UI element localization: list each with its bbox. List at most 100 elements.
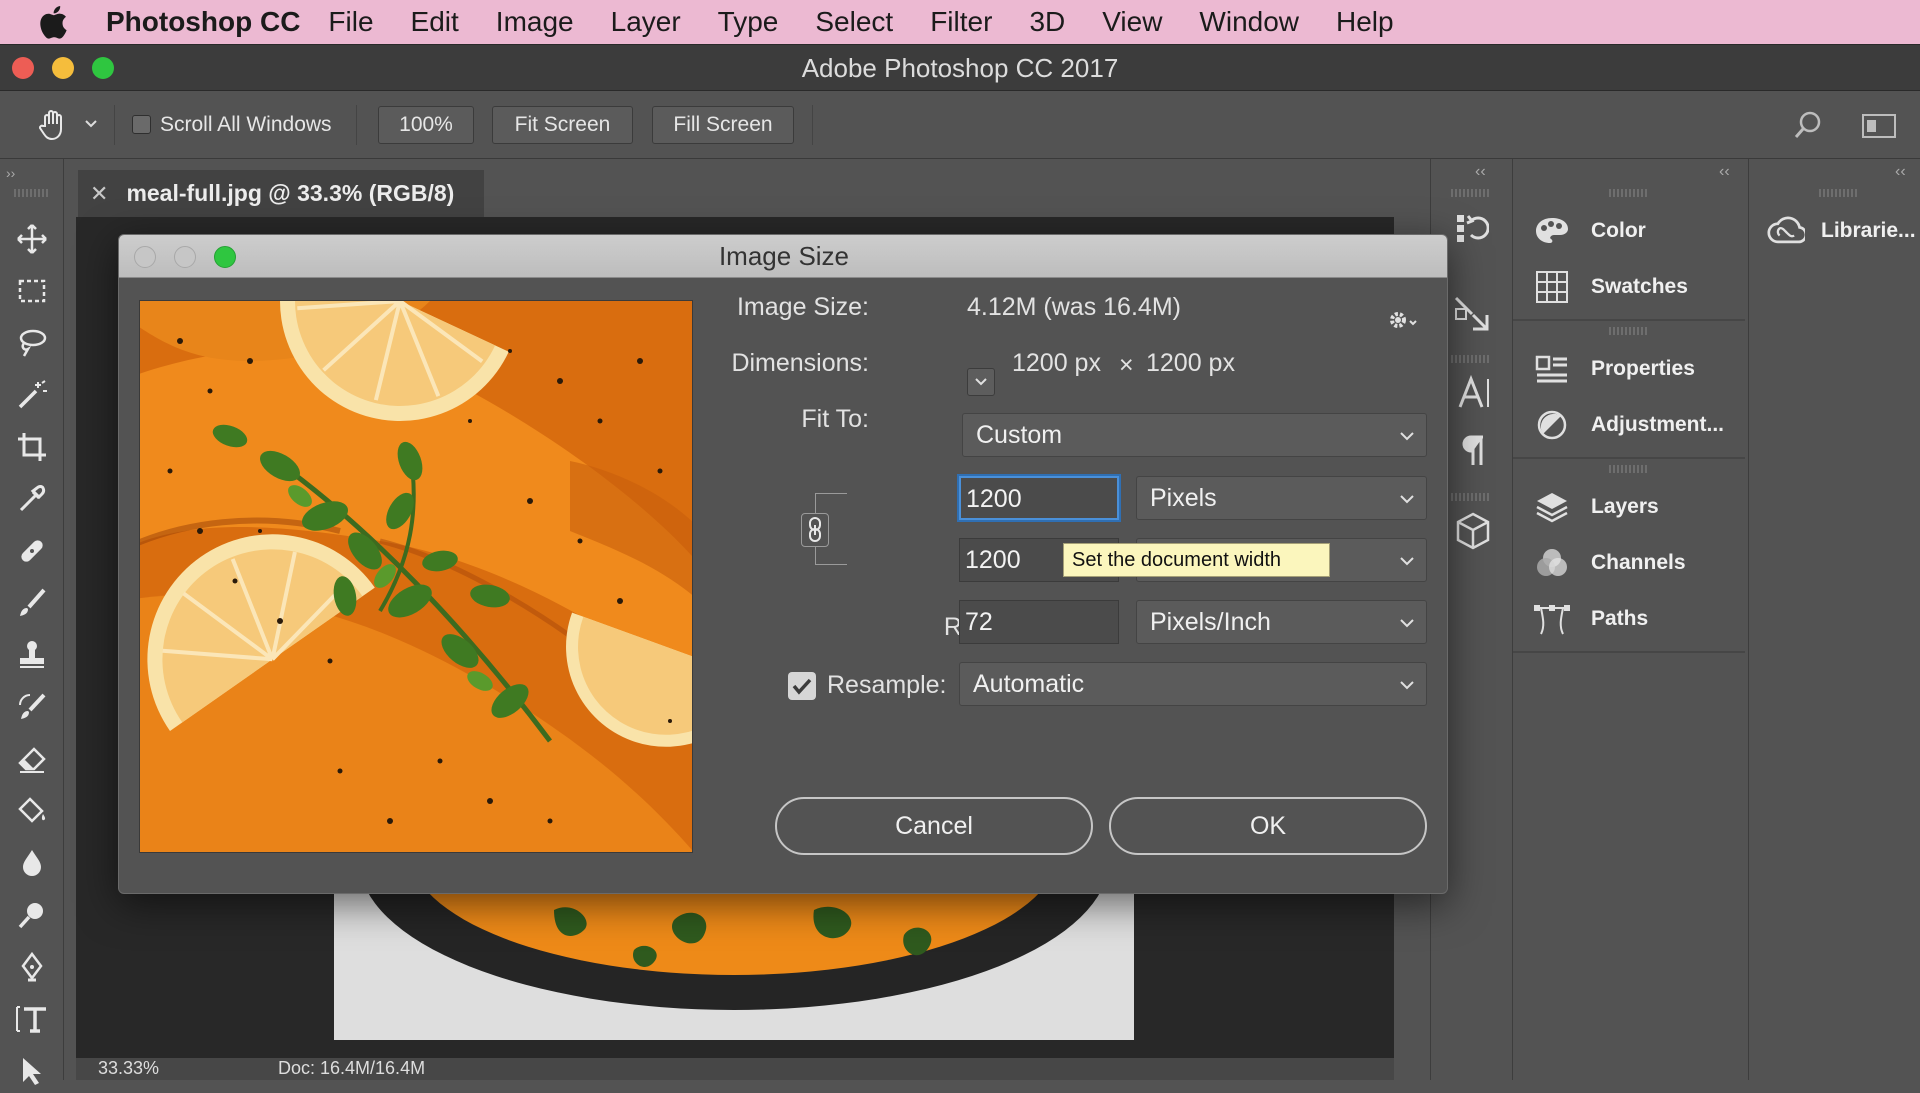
- settings-gear-icon[interactable]: [1387, 309, 1419, 333]
- dialog-title-bar: Image Size: [119, 235, 1447, 278]
- menu-type[interactable]: Type: [718, 6, 779, 38]
- document-image[interactable]: [334, 880, 1134, 1040]
- lasso-tool-icon[interactable]: [10, 321, 54, 365]
- channels-panel-tab[interactable]: Channels: [1533, 537, 1686, 589]
- workspace-switcher-icon[interactable]: [1862, 113, 1896, 139]
- swatches-panel-tab[interactable]: Swatches: [1533, 261, 1688, 313]
- app-menu[interactable]: Photoshop CC: [106, 6, 300, 38]
- path-selection-tool-icon[interactable]: [10, 1049, 54, 1093]
- width-input[interactable]: 1200: [959, 476, 1119, 520]
- width-unit-value: Pixels: [1150, 484, 1217, 512]
- menu-help[interactable]: Help: [1336, 6, 1394, 38]
- fit-to-dropdown[interactable]: Custom: [962, 413, 1427, 457]
- dimensions-unit-dropdown[interactable]: [967, 368, 995, 396]
- history-panel-icon[interactable]: [1455, 211, 1489, 245]
- 3d-panel-icon[interactable]: [1455, 511, 1491, 551]
- creative-cloud-libraries-icon: [1767, 212, 1805, 250]
- adjustments-panel-label: Adjustment...: [1591, 413, 1725, 436]
- collapse-dock-icon[interactable]: ‹‹: [1719, 163, 1730, 181]
- marquee-tool-icon[interactable]: [10, 269, 54, 313]
- menu-window[interactable]: Window: [1199, 6, 1299, 38]
- move-tool-icon[interactable]: [10, 217, 54, 261]
- menu-edit[interactable]: Edit: [411, 6, 459, 38]
- collapse-tools-icon[interactable]: ››: [6, 165, 15, 181]
- menu-layer[interactable]: Layer: [611, 6, 681, 38]
- chevron-down-icon: [1400, 432, 1414, 441]
- healing-brush-tool-icon[interactable]: [10, 529, 54, 573]
- color-panel-label: Color: [1591, 219, 1646, 242]
- chevron-down-icon: [1400, 495, 1414, 504]
- brush-settings-panel-icon[interactable]: [1453, 295, 1493, 335]
- zoom-level-status[interactable]: 33.33%: [98, 1058, 159, 1079]
- dimensions-width-value: 1200 px: [1012, 349, 1101, 377]
- resample-label: Resample:: [827, 671, 947, 699]
- eyedropper-tool-icon[interactable]: [10, 477, 54, 521]
- dodge-tool-icon[interactable]: [10, 893, 54, 937]
- resolution-input[interactable]: 72: [959, 600, 1119, 644]
- document-tab[interactable]: ✕ meal-full.jpg @ 33.3% (RGB/8): [78, 170, 484, 217]
- dimensions-label: Dimensions:: [731, 349, 869, 377]
- collapse-strip-icon[interactable]: ‹‹: [1475, 163, 1486, 181]
- scroll-all-windows-label: Scroll All Windows: [160, 113, 332, 136]
- properties-icon: [1533, 350, 1571, 388]
- color-panel-tab[interactable]: Color: [1533, 205, 1646, 257]
- layers-panel-tab[interactable]: Layers: [1533, 481, 1659, 533]
- image-preview[interactable]: [139, 300, 693, 853]
- ok-button[interactable]: OK: [1109, 797, 1427, 855]
- tool-preset-chevron-icon[interactable]: [84, 119, 98, 129]
- channels-panel-label: Channels: [1591, 551, 1686, 574]
- clone-stamp-tool-icon[interactable]: [10, 633, 54, 677]
- history-brush-tool-icon[interactable]: [10, 685, 54, 729]
- character-panel-icon[interactable]: [1457, 375, 1491, 409]
- swatches-grid-icon: [1533, 268, 1571, 306]
- window-title: Adobe Photoshop CC 2017: [801, 53, 1119, 83]
- paths-icon: [1533, 600, 1571, 638]
- resample-checkbox[interactable]: [788, 672, 816, 700]
- fit-to-label: Fit To:: [801, 405, 869, 433]
- eraser-tool-icon[interactable]: [10, 737, 54, 781]
- fit-screen-button[interactable]: Fit Screen: [492, 106, 633, 144]
- dimensions-height-value: 1200 px: [1146, 349, 1235, 377]
- layers-icon: [1533, 488, 1571, 526]
- paint-bucket-tool-icon[interactable]: [10, 789, 54, 833]
- resample-method-value: Automatic: [973, 670, 1085, 698]
- properties-panel-tab[interactable]: Properties: [1533, 343, 1695, 395]
- magic-wand-tool-icon[interactable]: [10, 373, 54, 417]
- constrain-proportions-link-icon[interactable]: [801, 513, 829, 547]
- search-icon[interactable]: [1792, 109, 1824, 141]
- paths-panel-label: Paths: [1591, 607, 1649, 630]
- menu-3d[interactable]: 3D: [1029, 6, 1065, 38]
- document-size-status: Doc: 16.4M/16.4M: [278, 1058, 426, 1078]
- pen-tool-icon[interactable]: [10, 945, 54, 989]
- dimensions-times-symbol: ×: [1119, 351, 1134, 379]
- collapse-libraries-icon[interactable]: ‹‹: [1895, 163, 1906, 181]
- fill-screen-button[interactable]: Fill Screen: [652, 106, 794, 144]
- resolution-unit-dropdown[interactable]: Pixels/Inch: [1136, 600, 1427, 644]
- menu-view[interactable]: View: [1102, 6, 1162, 38]
- adjustments-panel-tab[interactable]: Adjustment...: [1533, 399, 1724, 451]
- resolution-unit-value: Pixels/Inch: [1150, 608, 1271, 636]
- menu-image[interactable]: Image: [496, 6, 574, 38]
- apple-menu-icon[interactable]: [18, 0, 88, 44]
- paragraph-panel-icon[interactable]: [1459, 433, 1487, 467]
- cancel-button[interactable]: Cancel: [775, 797, 1093, 855]
- close-tab-icon[interactable]: ✕: [90, 181, 108, 207]
- brush-tool-icon[interactable]: [10, 581, 54, 625]
- scroll-all-windows-checkbox[interactable]: [132, 115, 151, 134]
- crop-tool-icon[interactable]: [10, 425, 54, 469]
- chevron-down-icon: [1400, 557, 1414, 566]
- menu-select[interactable]: Select: [815, 6, 893, 38]
- type-tool-icon[interactable]: [10, 997, 54, 1041]
- libraries-panel-tab[interactable]: Librarie...: [1767, 205, 1916, 257]
- width-unit-dropdown[interactable]: Pixels: [1136, 476, 1427, 520]
- hand-tool-icon[interactable]: [36, 108, 70, 142]
- menu-file[interactable]: File: [328, 6, 373, 38]
- resample-method-dropdown[interactable]: Automatic: [959, 662, 1427, 706]
- libraries-panel-label: Librarie...: [1821, 219, 1916, 242]
- zoom-100-button[interactable]: 100%: [378, 106, 474, 144]
- menu-filter[interactable]: Filter: [930, 6, 992, 38]
- paths-panel-tab[interactable]: Paths: [1533, 593, 1648, 645]
- menu-bar: Photoshop CC File Edit Image Layer Type …: [0, 0, 1920, 44]
- blur-tool-icon[interactable]: [10, 841, 54, 885]
- fit-to-value: Custom: [976, 421, 1063, 449]
